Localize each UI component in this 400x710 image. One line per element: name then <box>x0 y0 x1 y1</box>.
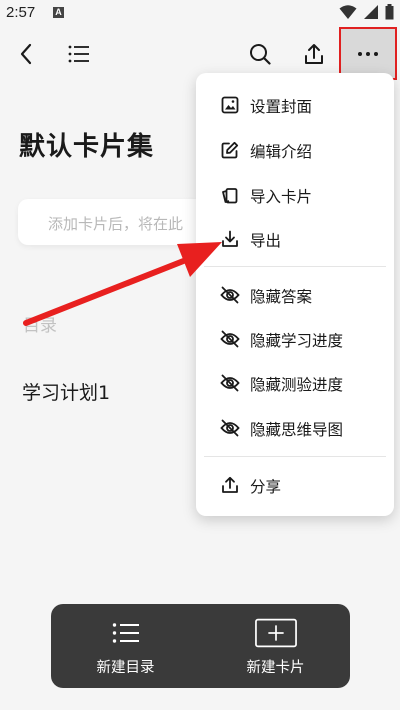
menu-item-share[interactable]: 分享 <box>196 465 394 505</box>
menu-item-label: 设置封面 <box>250 98 313 116</box>
battery-icon <box>385 4 394 20</box>
menu-item-label: 分享 <box>250 478 282 496</box>
menu-item-label: 导入卡片 <box>250 188 313 206</box>
menu-item-hide-study-progress[interactable]: 隐藏学习进度 <box>196 319 394 359</box>
status-time: 2:57 <box>6 4 36 21</box>
menu-item-export[interactable]: 导出 <box>196 219 394 259</box>
menu-item-import-cards[interactable]: 导入卡片 <box>196 175 394 215</box>
eye-off-icon <box>220 329 240 349</box>
menu-item-label: 隐藏答案 <box>250 288 313 306</box>
add-card-icon <box>254 618 297 648</box>
eye-off-icon <box>220 418 240 438</box>
status-right <box>339 4 394 20</box>
new-card-label: 新建卡片 <box>246 660 305 676</box>
plan-item[interactable]: 学习计划1 <box>22 378 110 405</box>
download-icon <box>220 229 240 249</box>
back-arrow-icon <box>20 43 32 65</box>
eye-off-icon <box>220 285 240 305</box>
share-icon <box>220 475 240 495</box>
bottom-bar: 新建目录 新建卡片 <box>51 604 350 688</box>
menu-item-edit-intro[interactable]: 编辑介绍 <box>196 130 394 170</box>
signal-icon <box>364 5 378 19</box>
menu-item-hide-answers[interactable]: 隐藏答案 <box>196 275 394 315</box>
menu-item-hide-quiz-progress[interactable]: 隐藏测验进度 <box>196 363 394 403</box>
new-toc-button[interactable]: 新建目录 <box>51 604 200 688</box>
status-bar: 2:57 A <box>0 0 400 26</box>
new-toc-label: 新建目录 <box>96 660 155 676</box>
import-cards-icon <box>220 185 240 205</box>
image-icon <box>220 95 240 115</box>
menu-item-label: 隐藏学习进度 <box>250 332 344 350</box>
menu-divider <box>204 456 386 457</box>
more-dots-icon <box>358 51 378 56</box>
list-icon <box>105 618 147 648</box>
more-menu: 设置封面 编辑介绍 导入卡片 导出 隐藏答案 隐藏学习进度 隐藏测验进度 隐藏思… <box>196 73 394 516</box>
list-button[interactable] <box>55 26 103 82</box>
menu-item-label: 编辑介绍 <box>250 143 313 161</box>
menu-item-set-cover[interactable]: 设置封面 <box>196 85 394 125</box>
notification-icon: A <box>53 7 64 18</box>
menu-item-hide-mindmap[interactable]: 隐藏思维导图 <box>196 408 394 448</box>
hint-text: 添加卡片后，将在此 <box>48 215 184 233</box>
list-icon <box>68 45 89 63</box>
toc-label: 目录 <box>23 316 57 336</box>
back-button[interactable] <box>2 26 50 82</box>
upload-icon <box>305 44 323 64</box>
page-title: 默认卡片集 <box>19 132 155 162</box>
edit-icon <box>220 140 240 160</box>
search-icon <box>250 44 271 65</box>
menu-divider <box>204 266 386 267</box>
menu-item-label: 隐藏测验进度 <box>250 376 344 394</box>
menu-item-label: 导出 <box>250 232 282 250</box>
new-card-button[interactable]: 新建卡片 <box>201 604 350 688</box>
menu-item-label: 隐藏思维导图 <box>250 421 344 439</box>
eye-off-icon <box>220 373 240 393</box>
wifi-icon <box>339 5 357 19</box>
